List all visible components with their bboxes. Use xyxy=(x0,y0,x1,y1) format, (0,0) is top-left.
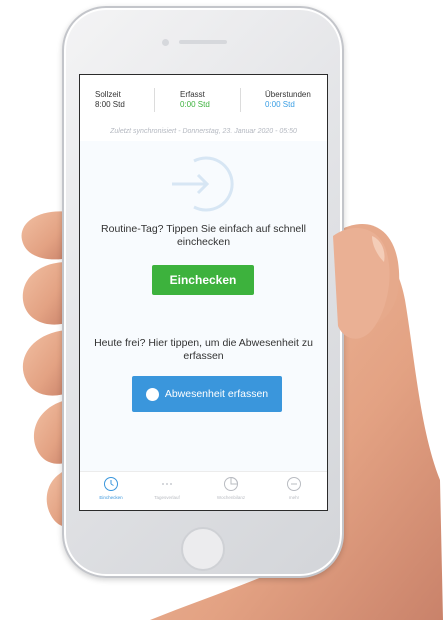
check-in-arrow-icon xyxy=(172,156,234,212)
stat-erfasst-label: Erfasst xyxy=(180,90,205,99)
stat-ueberstunden-value: 0:00 Std xyxy=(265,100,295,109)
stat-sollzeit: Sollzeit 8:00 Std xyxy=(95,90,125,110)
tab-wochenbilanz[interactable]: Wochenbilanz xyxy=(206,476,256,500)
record-absence-label: Abwesenheit erfassen xyxy=(164,388,269,400)
stat-erfasst: Erfasst 0:00 Std xyxy=(180,90,210,110)
tab-label: Tagesverlauf xyxy=(154,495,180,500)
check-in-button[interactable]: Einchecken xyxy=(152,265,254,295)
tab-label: Wochenbilanz xyxy=(216,495,246,500)
home-button[interactable] xyxy=(181,527,225,571)
pie-chart-icon xyxy=(224,476,239,491)
timeline-icon xyxy=(162,483,172,485)
tab-einchecken[interactable]: Einchecken xyxy=(86,476,136,500)
speaker-slot xyxy=(179,40,227,44)
tab-label: mehr xyxy=(288,495,300,500)
bottom-tab-bar: Einchecken Tagesverlauf Wochenbilanz meh… xyxy=(80,471,327,510)
stat-divider xyxy=(154,88,155,112)
stat-erfasst-value: 0:00 Std xyxy=(180,100,210,109)
more-icon xyxy=(287,477,301,491)
tab-mehr[interactable]: mehr xyxy=(269,476,319,500)
app-screen: Sollzeit 8:00 Std Erfasst 0:00 Std Übers… xyxy=(79,74,328,511)
day-off-prompt: Heute frei? Hier tippen, um die Abwesenh… xyxy=(94,337,313,362)
circle-icon xyxy=(145,387,159,401)
last-sync-text: Zuletzt synchronisiert - Donnerstag, 23.… xyxy=(110,128,297,135)
clock-icon xyxy=(104,477,118,491)
stat-ueberstunden-label: Überstunden xyxy=(265,90,311,99)
time-stats-header: Sollzeit 8:00 Std Erfasst 0:00 Std Übers… xyxy=(80,75,327,123)
stat-divider xyxy=(240,88,241,112)
stat-sollzeit-value: 8:00 Std xyxy=(95,100,125,109)
front-camera xyxy=(162,39,169,46)
tab-tagesverlauf[interactable]: Tagesverlauf xyxy=(142,476,192,500)
stat-ueberstunden: Überstunden 0:00 Std xyxy=(265,90,311,110)
stat-sollzeit-label: Sollzeit xyxy=(95,90,121,99)
record-absence-button[interactable]: Abwesenheit erfassen xyxy=(132,376,282,412)
tab-label: Einchecken xyxy=(99,495,123,500)
routine-day-prompt: Routine-Tag? Tippen Sie einfach auf schn… xyxy=(101,223,306,248)
